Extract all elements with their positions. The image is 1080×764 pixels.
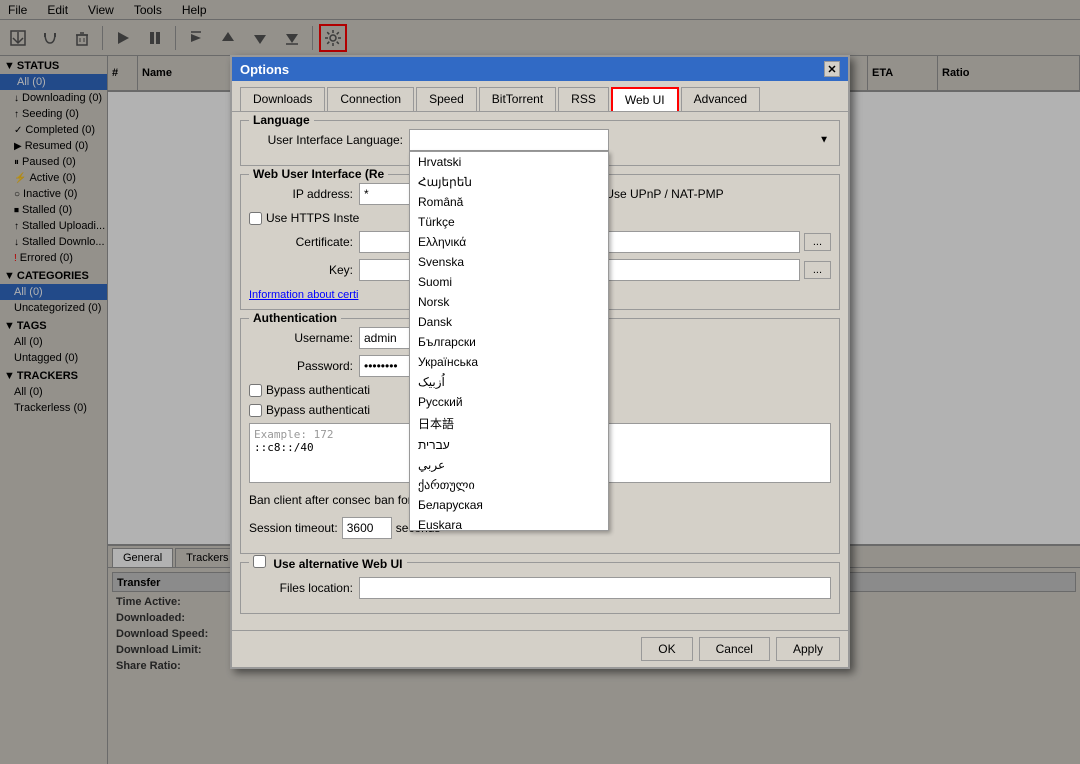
lang-item-turkish[interactable]: Türkçe: [410, 212, 608, 232]
bypass-check1[interactable]: [249, 384, 262, 397]
tab-rss[interactable]: RSS: [558, 87, 609, 111]
language-section: Language User Interface Language: ▼ Hrva…: [240, 120, 840, 166]
language-label: User Interface Language:: [249, 133, 409, 147]
lang-item-russian[interactable]: Русский: [410, 392, 608, 412]
alt-webui-label: Use alternative Web UI: [249, 555, 407, 571]
username-label: Username:: [249, 331, 359, 345]
modal-close-button[interactable]: ✕: [824, 61, 840, 77]
language-input[interactable]: [409, 129, 609, 151]
lang-item-uzbek[interactable]: اُزبیک: [410, 372, 608, 392]
ip-label: IP address:: [249, 187, 359, 201]
https-label: Use HTTPS Inste: [266, 211, 359, 225]
lang-item-japanese[interactable]: 日本語: [410, 412, 608, 435]
files-location-label: Files location:: [249, 581, 359, 595]
cert-browse-button[interactable]: ...: [804, 233, 831, 251]
cancel-button[interactable]: Cancel: [699, 637, 770, 661]
dropdown-arrow-icon: ▼: [819, 135, 829, 146]
lang-item-basque[interactable]: Euskara: [410, 515, 608, 531]
ok-button[interactable]: OK: [641, 637, 692, 661]
upnp-label: Use UPnP / NAT-PMP: [605, 187, 723, 201]
bypass-label2: Bypass authenticati: [266, 403, 370, 417]
apply-button[interactable]: Apply: [776, 637, 840, 661]
ban-label: Ban client after consec: [249, 493, 370, 507]
tab-advanced[interactable]: Advanced: [681, 87, 760, 111]
tab-speed[interactable]: Speed: [416, 87, 477, 111]
modal-title-bar: Options ✕: [232, 57, 848, 81]
key-browse-button[interactable]: ...: [804, 261, 831, 279]
lang-item-ukrainian[interactable]: Українська: [410, 352, 608, 372]
files-location-input[interactable]: [359, 577, 831, 599]
language-section-label: Language: [249, 113, 314, 127]
tab-webui[interactable]: Web UI: [611, 87, 679, 111]
lang-item-norwegian[interactable]: Norsk: [410, 292, 608, 312]
timeout-input[interactable]: [342, 517, 392, 539]
lang-item-georgian[interactable]: ქართული: [410, 475, 608, 495]
alt-webui-checkbox[interactable]: [253, 555, 266, 568]
cert-label: Certificate:: [249, 235, 359, 249]
modal-body: Language User Interface Language: ▼ Hrva…: [232, 112, 848, 630]
language-dropdown-container: ▼ Hrvatski Հայերեն Română Türkçe Ελληνικ…: [409, 129, 831, 151]
lang-item-greek[interactable]: Ελληνικά: [410, 232, 608, 252]
lang-item-hrvatski[interactable]: Hrvatski: [410, 152, 608, 172]
modal-overlay: Options ✕ Downloads Connection Speed Bit…: [0, 0, 1080, 764]
language-row: User Interface Language: ▼ Hrvatski Հայե…: [249, 129, 831, 151]
auth-section-label: Authentication: [249, 311, 341, 325]
bypass-check2[interactable]: [249, 404, 262, 417]
files-location-row: Files location:: [249, 577, 831, 599]
lang-item-romanian[interactable]: Română: [410, 192, 608, 212]
tab-bittorrent[interactable]: BitTorrent: [479, 87, 556, 111]
lang-item-danish[interactable]: Dansk: [410, 312, 608, 332]
lang-item-hebrew[interactable]: עברית: [410, 435, 608, 455]
tab-connection[interactable]: Connection: [327, 87, 414, 111]
modal-title: Options: [240, 62, 289, 77]
lang-item-bulgarian[interactable]: Български: [410, 332, 608, 352]
modal-footer: OK Cancel Apply: [232, 630, 848, 667]
lang-item-swedish[interactable]: Svenska: [410, 252, 608, 272]
language-dropdown[interactable]: Hrvatski Հայերեն Română Türkçe Ελληνικά …: [409, 151, 609, 531]
timeout-label: Session timeout:: [249, 521, 338, 535]
alt-webui-section: Use alternative Web UI Files location:: [240, 562, 840, 614]
https-checkbox[interactable]: [249, 212, 262, 225]
modal-tabs: Downloads Connection Speed BitTorrent RS…: [232, 81, 848, 112]
password-label: Password:: [249, 359, 359, 373]
webui-section-label: Web User Interface (Re: [249, 167, 388, 181]
key-label: Key:: [249, 263, 359, 277]
options-modal: Options ✕ Downloads Connection Speed Bit…: [230, 55, 850, 669]
bypass-label1: Bypass authenticati: [266, 383, 370, 397]
lang-item-arabic[interactable]: عربي: [410, 455, 608, 475]
lang-item-finnish[interactable]: Suomi: [410, 272, 608, 292]
lang-item-armenian[interactable]: Հայերեն: [410, 172, 608, 192]
lang-item-belarusian[interactable]: Беларуская: [410, 495, 608, 515]
tab-downloads[interactable]: Downloads: [240, 87, 325, 111]
info-link[interactable]: Information about certi: [249, 289, 358, 301]
